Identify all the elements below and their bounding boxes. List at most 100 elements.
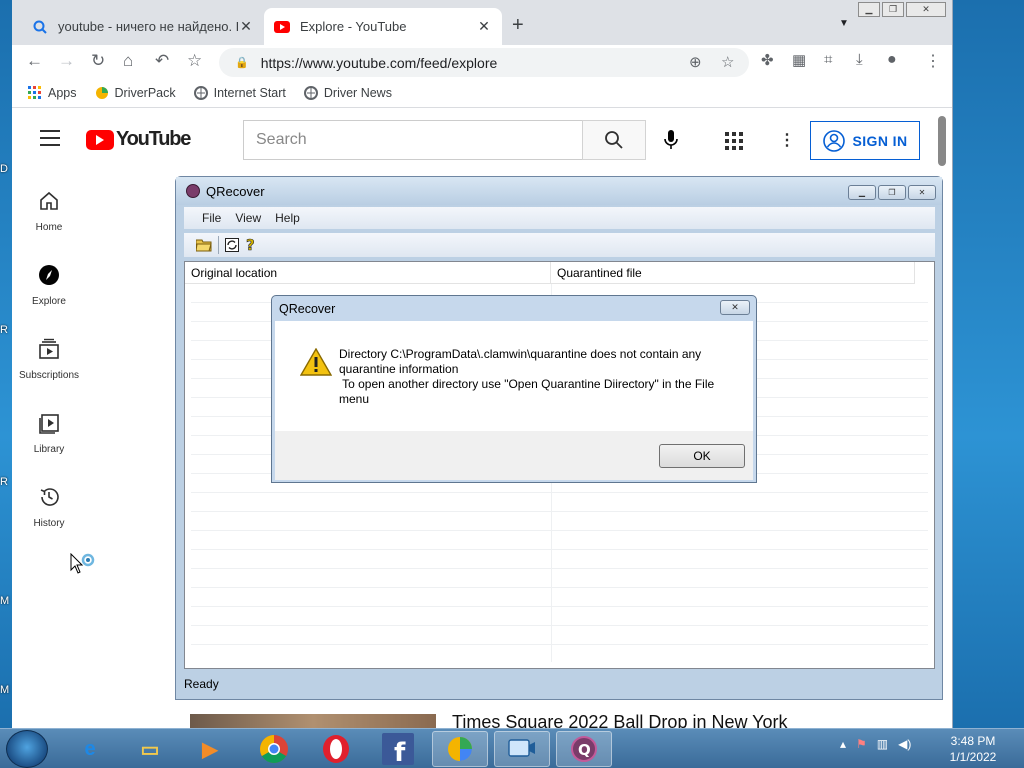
search-input[interactable]: Search: [243, 120, 583, 160]
dialog-titlebar[interactable]: QRecover ✕: [272, 296, 756, 321]
guide-label: Explore: [32, 296, 66, 307]
internet-explorer-icon[interactable]: e: [62, 731, 118, 767]
facebook-icon[interactable]: f: [370, 731, 426, 767]
profile-icon[interactable]: ●: [887, 51, 897, 69]
maximize-icon[interactable]: ❐: [878, 185, 906, 200]
bookmark-driver-news[interactable]: Driver News: [303, 86, 392, 100]
qrecover-titlebar[interactable]: QRecover ▁ ❐ ✕: [176, 177, 942, 205]
volume-icon[interactable]: ◀): [898, 737, 911, 751]
guide-item-library[interactable]: Library: [12, 412, 86, 455]
video-title[interactable]: Times Square 2022 Ball Drop in New York: [452, 712, 788, 728]
grid-extension-icon[interactable]: ▦: [792, 51, 806, 69]
message-line: To open another directory use "Open Quar…: [339, 377, 715, 391]
clock[interactable]: 3:48 PM 1/1/2022: [930, 733, 1016, 765]
home-icon[interactable]: ⌂: [123, 51, 133, 71]
bookmark-label: Driver News: [323, 86, 392, 100]
close-window-icon[interactable]: ✕: [906, 2, 946, 17]
tab-strip: youtube - ничего не найдено. П ✕ Explore…: [12, 0, 952, 45]
qrecover-taskbar-icon[interactable]: Q: [556, 731, 612, 767]
undo-icon[interactable]: ↶: [155, 51, 169, 71]
restore-icon[interactable]: ❐: [882, 2, 904, 17]
grid-line: [191, 606, 928, 607]
crop-icon[interactable]: ⌗: [824, 51, 832, 68]
grid-line: [191, 587, 928, 588]
tab-search-results[interactable]: youtube - ничего не найдено. П ✕: [22, 8, 264, 45]
guide-item-explore[interactable]: Explore: [12, 264, 86, 307]
youtube-logo[interactable]: YouTube: [86, 128, 191, 151]
desktop-icon-label: D: [0, 163, 8, 175]
address-bar[interactable]: 🔒 https://www.youtube.com/feed/explore ⊕…: [219, 48, 749, 77]
star-icon[interactable]: ☆: [721, 53, 734, 71]
reload-icon[interactable]: ↻: [91, 51, 105, 71]
bookmark-internet-start[interactable]: Internet Start: [193, 86, 286, 100]
tab-title: Explore - YouTube: [300, 19, 407, 34]
guide-label: Subscriptions: [18, 370, 80, 381]
compass-icon: [39, 265, 59, 285]
sign-in-button[interactable]: SIGN IN: [810, 121, 920, 160]
chrome-icon[interactable]: [246, 731, 302, 767]
file-explorer-icon[interactable]: ▭: [122, 731, 178, 767]
search-button[interactable]: [582, 120, 646, 160]
dialog-message: Directory C:\ProgramData\.clamwin\quaran…: [339, 347, 729, 407]
close-dialog-icon[interactable]: ✕: [720, 300, 750, 315]
qrecover-menubar: File View Help: [184, 207, 935, 229]
bookmark-star-icon[interactable]: ☆: [187, 51, 202, 71]
column-header-quarantined-file[interactable]: Quarantined file: [551, 262, 915, 284]
back-icon[interactable]: ←: [26, 51, 43, 71]
apps-grid-icon[interactable]: [725, 132, 743, 153]
bookmark-driverpack[interactable]: DriverPack: [95, 86, 176, 100]
youtube-header: YouTube Search ⋮ SIGN IN: [12, 108, 952, 168]
guide-item-history[interactable]: History: [12, 486, 86, 529]
open-folder-icon[interactable]: [196, 238, 212, 252]
menu-help[interactable]: Help: [275, 211, 300, 225]
add-icon[interactable]: ⊕: [689, 53, 702, 71]
screen-recorder-icon[interactable]: [494, 731, 550, 767]
account-icon: [822, 129, 845, 152]
guide-item-home[interactable]: Home: [12, 190, 86, 233]
message-line: quarantine information: [339, 362, 459, 376]
grid-line: [191, 492, 928, 493]
help-question-icon[interactable]: ?: [245, 237, 257, 253]
media-player-icon[interactable]: ▶: [182, 731, 238, 767]
hamburger-menu-icon[interactable]: [40, 130, 60, 151]
youtube-favicon-icon: [274, 19, 290, 35]
network-icon[interactable]: ▥: [877, 737, 888, 751]
bookmark-apps[interactable]: Apps: [28, 86, 77, 100]
settings-kebab-icon[interactable]: ⋮: [779, 130, 795, 150]
menu-file[interactable]: File: [202, 211, 221, 225]
guide-item-subscriptions[interactable]: Subscriptions: [12, 338, 86, 381]
minimize-icon[interactable]: ▁: [848, 185, 876, 200]
column-header-original-location[interactable]: Original location: [185, 262, 551, 284]
qrecover-toolbar: ?: [184, 233, 935, 257]
warning-icon: [300, 348, 332, 376]
apps-grid-icon: [28, 86, 41, 99]
opera-icon[interactable]: [308, 731, 364, 767]
tab-explore-youtube[interactable]: Explore - YouTube ✕: [264, 8, 502, 45]
page-scrollbar[interactable]: [938, 116, 946, 166]
new-tab-icon[interactable]: +: [512, 14, 524, 37]
microphone-icon[interactable]: [664, 130, 678, 153]
grid-line: [191, 530, 928, 531]
forward-icon[interactable]: →: [58, 51, 75, 71]
show-hidden-icons-icon[interactable]: ▴: [840, 737, 846, 751]
close-window-icon[interactable]: ✕: [908, 185, 936, 200]
download-icon[interactable]: ⤓: [856, 51, 863, 68]
svg-text:f: f: [394, 738, 406, 765]
video-thumbnail[interactable]: [190, 714, 436, 728]
close-tab-icon[interactable]: ✕: [476, 18, 492, 35]
grid-line: [191, 568, 928, 569]
menu-view[interactable]: View: [235, 211, 261, 225]
browser-toolbar: ← → ↻ ⌂ ↶ ☆ 🔒 https://www.youtube.com/fe…: [12, 45, 952, 79]
refresh-icon[interactable]: [225, 238, 239, 252]
menu-kebab-icon[interactable]: ⋮: [925, 51, 941, 71]
minimize-icon[interactable]: ▁: [858, 2, 880, 17]
start-button[interactable]: [6, 730, 48, 768]
window-title: QRecover: [206, 184, 265, 199]
close-tab-icon[interactable]: ✕: [238, 18, 254, 35]
qrecover-app-icon: [186, 184, 200, 198]
extension-icon[interactable]: ✤: [761, 51, 774, 69]
ok-button[interactable]: OK: [659, 444, 745, 468]
action-center-flag-icon[interactable]: ⚑: [856, 737, 867, 751]
tab-search-dropdown-icon[interactable]: ▼: [839, 18, 849, 29]
driverpack-taskbar-icon[interactable]: [432, 731, 488, 767]
